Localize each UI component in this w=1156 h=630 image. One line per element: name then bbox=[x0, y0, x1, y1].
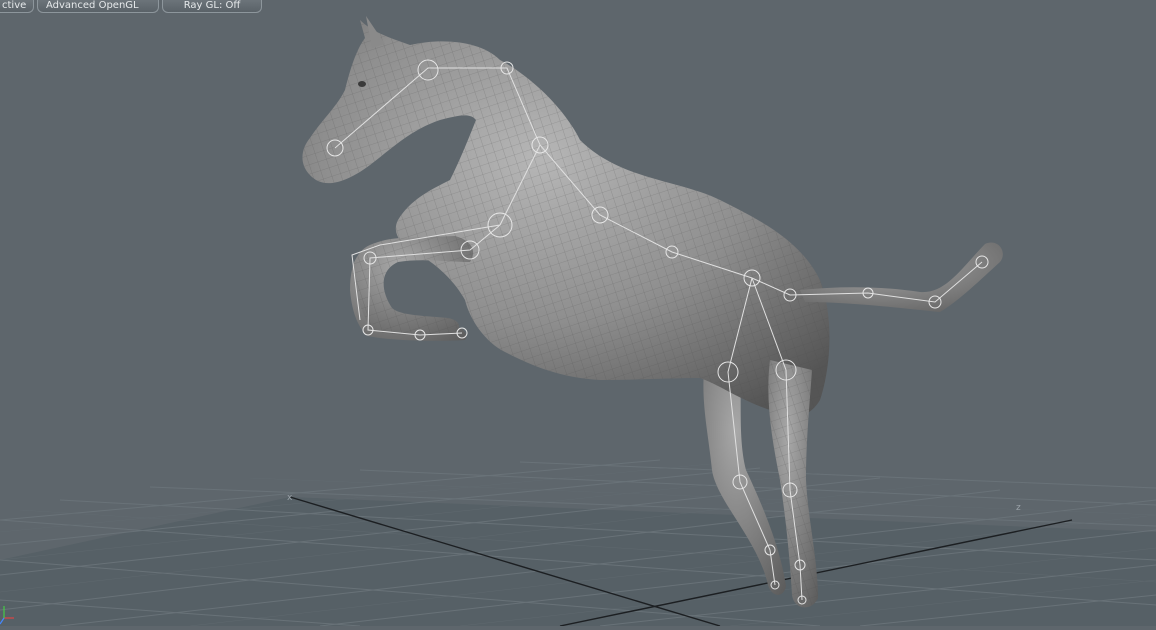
axis-z-label: z bbox=[1016, 503, 1021, 513]
horse-tail bbox=[800, 242, 1003, 312]
raygl-toggle-button[interactable]: Ray GL: Off bbox=[162, 0, 262, 13]
axis-x-label: x bbox=[287, 493, 293, 503]
3d-viewport[interactable]: x z bbox=[0, 0, 1156, 627]
viewport-toolbar: ctive Advanced OpenGL Ray GL: Off bbox=[0, 0, 1156, 14]
render-mode-button[interactable]: Advanced OpenGL bbox=[37, 0, 159, 13]
view-mode-button[interactable]: ctive bbox=[0, 0, 34, 13]
ground-grid: x z bbox=[0, 459, 1156, 627]
horse-eye bbox=[358, 81, 366, 87]
